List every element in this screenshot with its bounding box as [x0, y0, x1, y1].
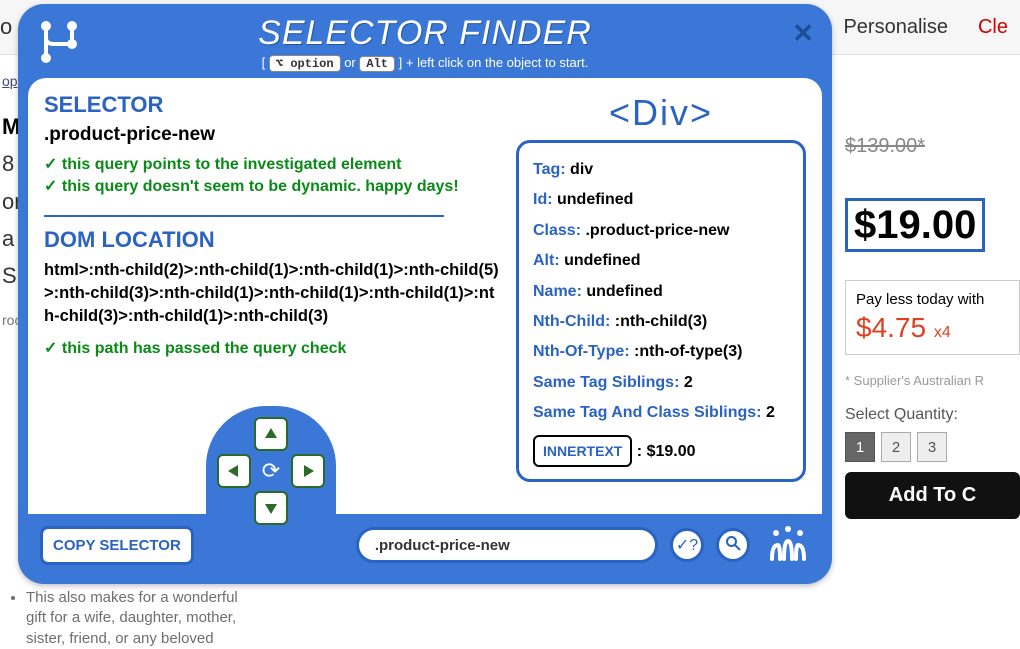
element-details-panel: Tag: div Id: undefined Class: .product-p…: [516, 140, 806, 482]
logo-icon: [34, 16, 84, 66]
check-selector-static: this query doesn't seem to be dynamic. h…: [44, 176, 504, 198]
popup-hint: [ ⌥ option or Alt ] + left click on the …: [28, 55, 822, 72]
right-pane: <Div> Tag: div Id: undefined Class: .pro…: [516, 92, 806, 500]
product-bullets: This also makes for a wonderful gift for…: [12, 588, 238, 649]
nav-up-button[interactable]: [254, 417, 288, 451]
payless-label: Pay less today with: [856, 291, 1009, 308]
selector-input[interactable]: [356, 527, 658, 563]
bullet-line: This also makes for a wonderful: [26, 588, 238, 608]
check-dom-path: this path has passed the query check: [44, 338, 504, 360]
qty-option-2[interactable]: 2: [881, 432, 911, 462]
qty-option-1[interactable]: 1: [845, 432, 875, 462]
nav-personalise[interactable]: Personalise: [843, 16, 948, 39]
nav-left-button[interactable]: [217, 454, 251, 488]
popup-body: SELECTOR .product-price-new this query p…: [28, 78, 822, 514]
price-column: $139.00* $19.00 Pay less today with $4.7…: [845, 135, 1020, 519]
chevron-right-icon: [300, 463, 316, 479]
detail-row: Nth-Child: :nth-child(3): [533, 307, 789, 337]
qty-label: Select Quantity:: [845, 406, 1020, 424]
popup-title: SELECTOR FINDER: [28, 14, 822, 53]
detail-row: Name: undefined: [533, 277, 789, 307]
innertext-value: $19.00: [647, 443, 696, 460]
detail-row: Id: undefined: [533, 185, 789, 215]
header-fragment: o: [0, 14, 12, 40]
selector-value: .product-price-new: [44, 124, 504, 146]
qty-row: 1 2 3: [845, 432, 1020, 462]
installment-amount: $4.75 x4: [856, 312, 1009, 344]
inspected-tagname: <Div>: [516, 92, 806, 134]
search-button[interactable]: [716, 528, 750, 562]
check-selector-points: this query points to the investigated el…: [44, 154, 504, 176]
selector-heading: SELECTOR: [44, 92, 504, 118]
key-alt: Alt: [359, 56, 395, 72]
qty-option-3[interactable]: 3: [917, 432, 947, 462]
add-to-cart-button[interactable]: Add To C: [845, 472, 1020, 519]
innertext-label: INNERTEXT: [533, 435, 632, 468]
nav-reset-button[interactable]: ⟳: [254, 454, 288, 488]
check-icon: ✓?: [676, 535, 698, 555]
nav-right-button[interactable]: [291, 454, 325, 488]
price-old: $139.00*: [845, 135, 1020, 158]
dom-path: html>:nth-child(2)>:nth-child(1)>:nth-ch…: [44, 259, 504, 328]
detail-row: Class: .product-price-new: [533, 216, 789, 246]
selector-finder-popup: SELECTOR FINDER [ ⌥ option or Alt ] + le…: [18, 4, 832, 584]
chevron-up-icon: [263, 426, 279, 442]
dom-heading: DOM LOCATION: [44, 227, 504, 253]
brand-splash-icon: [766, 525, 810, 565]
detail-row: Same Tag And Class Siblings: 2: [533, 398, 789, 428]
copy-selector-button[interactable]: COPY SELECTOR: [40, 526, 194, 565]
detail-row: Tag: div: [533, 155, 789, 185]
payless-box: Pay less today with $4.75 x4: [845, 280, 1020, 355]
refresh-icon: ⟳: [262, 458, 280, 484]
close-icon[interactable]: ✕: [792, 18, 814, 49]
verify-button[interactable]: ✓?: [670, 528, 704, 562]
search-icon: [725, 535, 741, 556]
popup-header: SELECTOR FINDER [ ⌥ option or Alt ] + le…: [28, 14, 822, 78]
price-current: $19.00: [845, 198, 985, 252]
supplier-note: * Supplier's Australian R: [845, 373, 1020, 388]
divider: [44, 215, 444, 217]
detail-row: Same Tag Siblings: 2: [533, 368, 789, 398]
chevron-left-icon: [226, 463, 242, 479]
key-option: ⌥ option: [269, 55, 341, 72]
popup-footer: COPY SELECTOR ✓?: [28, 514, 822, 576]
innertext-row: INNERTEXT : $19.00: [533, 435, 789, 468]
detail-row: Alt: undefined: [533, 246, 789, 276]
nav-clear[interactable]: Cle: [978, 16, 1008, 39]
detail-row: Nth-Of-Type: :nth-of-type(3): [533, 337, 789, 367]
